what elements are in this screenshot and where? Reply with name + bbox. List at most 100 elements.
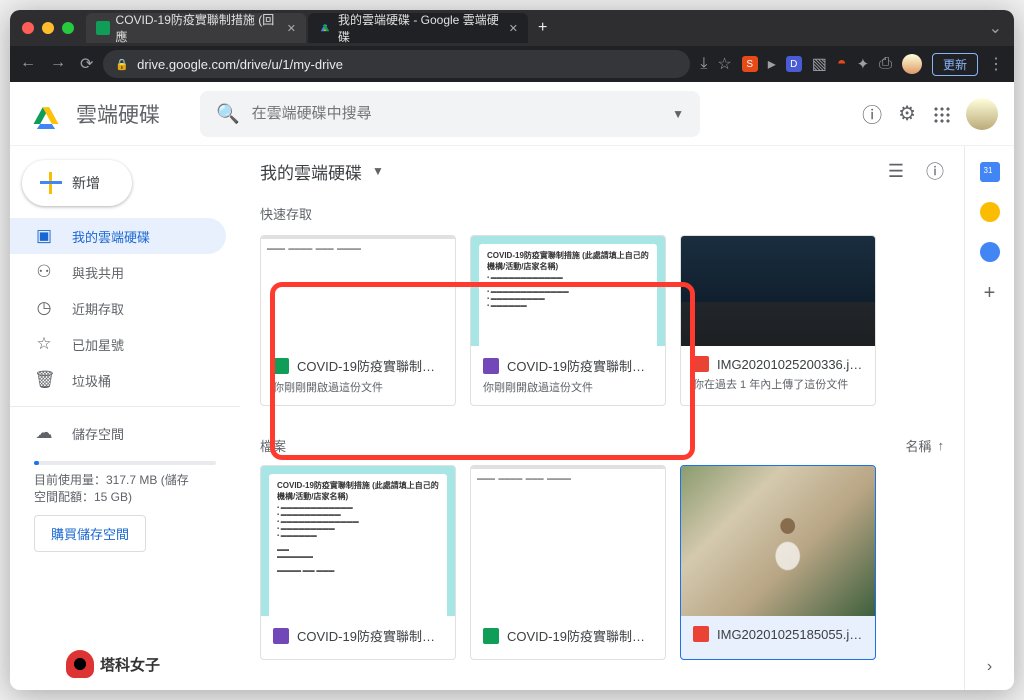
file-subtitle: 你在過去 1 年內上傳了這份文件 [693, 376, 863, 392]
storage-text: 目前使用量：317.7 MB (儲存 [34, 471, 216, 488]
info-icon[interactable]: ⓘ [926, 158, 944, 184]
extension-icons: ⤓ ☆ S ▸ D ▧ ◓ ✦ ⎙ 更新 ⋮ [700, 53, 1004, 76]
tab-item[interactable]: COVID-19防疫實聯制措施 (回應 ✕ [86, 13, 306, 43]
sheets-icon [483, 628, 499, 644]
section-title-files: 檔案 [260, 436, 286, 455]
file-preview: COVID-19防疫實聯制措施 (此處請填上自己的機構/活動/店家名稱)▪ ▬▬… [471, 236, 665, 346]
cast-icon[interactable]: ⎙ [879, 55, 892, 73]
plus-icon [40, 172, 62, 194]
profile-avatar-small[interactable] [902, 54, 922, 74]
install-icon[interactable]: ⤓ [700, 55, 707, 73]
sidebar-item-label: 與我共用 [72, 263, 124, 282]
drive-app: 雲端硬碟 🔍 ▼ ⓘ ⚙ 新增 ▣ 我 [10, 82, 1014, 690]
file-card[interactable]: IMG20201025185055.jpg [680, 465, 876, 660]
help-icon[interactable]: ⓘ [862, 99, 882, 128]
buy-storage-button[interactable]: 購買儲存空間 [34, 515, 146, 552]
storage-bar [34, 461, 216, 465]
extension-icon[interactable]: ◓ [837, 55, 847, 73]
new-button[interactable]: 新增 [22, 160, 132, 206]
add-addon-icon[interactable]: + [984, 282, 996, 305]
quick-access-card[interactable]: COVID-19防疫實聯制措施 (此處請填上自己的機構/活動/店家名稱)▪ ▬▬… [470, 235, 666, 406]
file-name: COVID-19防疫實聯制措施 (... [507, 626, 653, 645]
close-window-button[interactable] [22, 22, 34, 34]
drive-icon [318, 20, 332, 37]
sidebar-item-trash[interactable]: 🗑 垃圾桶 [10, 362, 226, 398]
sidebar: 新增 ▣ 我的雲端硬碟 ⚇ 與我共用 ◷ 近期存取 ☆ 已加星號 [10, 146, 240, 690]
extension-icon[interactable]: ▸ [768, 54, 776, 74]
menu-icon[interactable]: ⋮ [988, 54, 1004, 74]
extensions-menu-icon[interactable]: ✦ [857, 55, 870, 73]
sidebar-item-storage[interactable]: ☁ 儲存空間 [10, 415, 226, 451]
search-bar[interactable]: 🔍 ▼ [200, 91, 700, 137]
sort-control[interactable]: 名稱 ↑ [905, 436, 944, 455]
image-icon [693, 356, 709, 372]
sidebar-item-label: 近期存取 [72, 299, 124, 318]
drive-logo[interactable]: 雲端硬碟 [26, 94, 160, 134]
apps-grid-icon[interactable] [932, 105, 950, 123]
chevron-down-icon[interactable]: ▼ [372, 164, 384, 178]
file-card[interactable]: COVID-19防疫實聯制措施 (此處請填上自己的機構/活動/店家名稱)▪ ▬▬… [260, 465, 456, 660]
file-preview [681, 236, 875, 346]
address-bar[interactable]: 🔒 drive.google.com/drive/u/1/my-drive [103, 50, 690, 78]
minimize-window-button[interactable] [42, 22, 54, 34]
watermark: 塔科女子 [66, 650, 160, 678]
extension-icon[interactable]: S [742, 56, 758, 72]
list-view-icon[interactable]: ☰ [888, 161, 904, 182]
new-tab-button[interactable]: + [530, 19, 555, 37]
tab-label: 我的雲端硬碟 - Google 雲端硬碟 [338, 11, 503, 45]
search-icon: 🔍 [216, 102, 240, 126]
window-titlebar: COVID-19防疫實聯制措施 (回應 ✕ 我的雲端硬碟 - Google 雲端… [10, 10, 1014, 46]
profile-avatar[interactable] [966, 98, 998, 130]
extension-icon[interactable]: D [786, 56, 802, 72]
sidebar-item-label: 儲存空間 [72, 424, 124, 443]
forward-button[interactable]: → [50, 54, 66, 74]
tasks-icon[interactable] [980, 242, 1000, 262]
files-header-row: 檔案 名稱 ↑ [260, 436, 944, 455]
file-subtitle: 你剛剛開啟過這份文件 [483, 379, 653, 395]
new-button-label: 新增 [72, 173, 100, 193]
watermark-icon [66, 650, 94, 678]
extension-icon[interactable]: ▧ [812, 54, 827, 74]
file-name: COVID-19防疫實聯制措施 - ... [507, 356, 653, 375]
star-icon[interactable]: ☆ [717, 54, 731, 74]
files-grid: COVID-19防疫實聯制措施 (此處請填上自己的機構/活動/店家名稱)▪ ▬▬… [260, 465, 944, 660]
close-tab-icon[interactable]: ✕ [287, 22, 296, 35]
file-name: COVID-19防疫實聯制措施 (... [297, 356, 443, 375]
file-name: IMG20201025185055.jpg [717, 627, 863, 642]
forms-icon [483, 358, 499, 374]
dropdown-icon[interactable]: ▼ [672, 107, 684, 121]
sidebar-item-my-drive[interactable]: ▣ 我的雲端硬碟 [10, 218, 226, 254]
view-controls: ☰ ⓘ [888, 158, 944, 184]
quick-access-row: ▬▬▬ ▬▬▬▬ ▬▬▬ ▬▬▬▬ COVID-19防疫實聯制措施 (... 你… [260, 235, 944, 406]
reload-button[interactable]: ⟳ [80, 54, 93, 74]
keep-icon[interactable] [980, 202, 1000, 222]
right-sidebar: 31 + › [964, 146, 1014, 690]
people-icon: ⚇ [34, 262, 54, 282]
sidebar-item-label: 已加星號 [72, 335, 124, 354]
file-preview: COVID-19防疫實聯制措施 (此處請填上自己的機構/活動/店家名稱)▪ ▬▬… [261, 466, 455, 616]
storage-info: 目前使用量：317.7 MB (儲存 空間配額：15 GB) 購買儲存空間 [10, 451, 240, 556]
file-preview [681, 466, 875, 616]
close-tab-icon[interactable]: ✕ [509, 22, 518, 35]
chevron-right-icon[interactable]: › [987, 658, 992, 676]
search-input[interactable] [252, 105, 660, 122]
calendar-icon[interactable]: 31 [980, 162, 1000, 182]
file-card[interactable]: ▬▬▬ ▬▬▬▬ ▬▬▬ ▬▬▬▬ COVID-19防疫實聯制措施 (... [470, 465, 666, 660]
sidebar-item-recent[interactable]: ◷ 近期存取 [10, 290, 226, 326]
quick-access-card[interactable]: IMG20201025200336.jpg 你在過去 1 年內上傳了這份文件 [680, 235, 876, 406]
sidebar-item-shared[interactable]: ⚇ 與我共用 [10, 254, 226, 290]
sidebar-item-starred[interactable]: ☆ 已加星號 [10, 326, 226, 362]
maximize-window-button[interactable] [62, 22, 74, 34]
quick-access-card[interactable]: ▬▬▬ ▬▬▬▬ ▬▬▬ ▬▬▬▬ COVID-19防疫實聯制措施 (... 你… [260, 235, 456, 406]
browser-tabs: COVID-19防疫實聯制措施 (回應 ✕ 我的雲端硬碟 - Google 雲端… [86, 10, 989, 46]
breadcrumb[interactable]: 我的雲端硬碟 [260, 159, 362, 184]
back-button[interactable]: ← [20, 54, 36, 74]
chevron-down-icon[interactable]: ⌄ [989, 18, 1002, 38]
gear-icon[interactable]: ⚙ [898, 101, 916, 126]
file-name: COVID-19防疫實聯制措施 - ... [297, 626, 443, 645]
update-button[interactable]: 更新 [932, 53, 978, 76]
url-text: drive.google.com/drive/u/1/my-drive [137, 57, 343, 72]
header-actions: ⓘ ⚙ [862, 98, 998, 130]
tab-item[interactable]: 我的雲端硬碟 - Google 雲端硬碟 ✕ [308, 13, 528, 43]
drive-icon: ▣ [34, 226, 54, 246]
